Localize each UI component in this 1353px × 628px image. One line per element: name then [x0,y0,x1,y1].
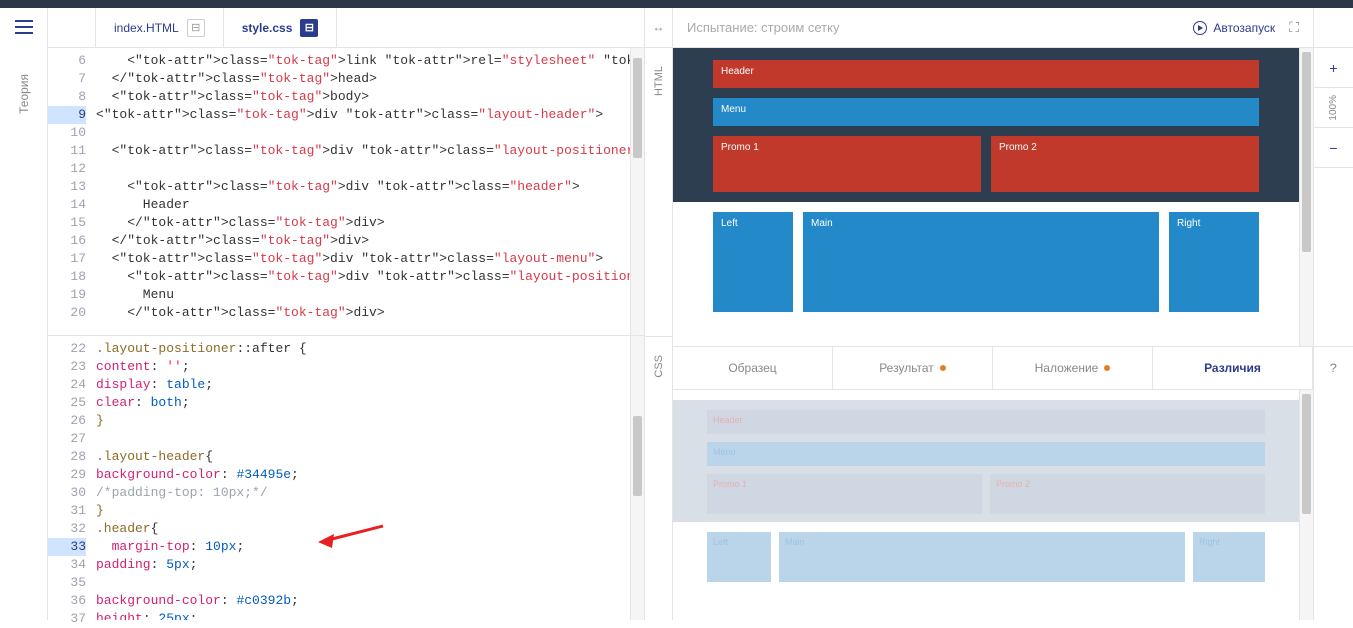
preview-promo1: Promo 1 [713,136,981,192]
preview-pane: Header Menu Promo 1 Promo 2 Left Main Ri… [673,48,1313,346]
challenge-title: Испытание: строим сетку [687,20,1179,35]
tab-sample[interactable]: Образец [673,347,833,389]
zoom-in-button[interactable]: + [1314,48,1353,88]
editor-tabs: index.HTML ⊟ style.css ⊟ [48,8,644,48]
zoom-level: 100% [1314,88,1353,128]
fullscreen-icon[interactable]: ⛶ [1289,19,1299,36]
tab-overlay[interactable]: Наложение [993,347,1153,389]
preview-right: Right [1169,212,1259,312]
diff-header: Header [707,410,1265,434]
resize-horizontal-icon[interactable]: ↔ [645,8,672,48]
status-dot [1104,365,1110,371]
diff-promo2: Promo 2 [990,474,1265,514]
diff-pane: Header Menu Promo 1 Promo 2 Left Main Ri… [673,390,1313,620]
css-label: CSS [653,355,665,378]
autoplay-button[interactable]: Автозапуск [1193,21,1275,35]
preview-menu: Menu [713,98,1259,126]
tab-diff[interactable]: Различия [1153,347,1313,389]
diff-main: Main [779,532,1185,582]
tab-style-css[interactable]: style.css ⊟ [224,8,338,47]
left-rail: Теория [0,8,48,620]
diff-left: Left [707,532,771,582]
tab-index-html[interactable]: index.HTML ⊟ [96,8,224,47]
scrollbar[interactable] [630,336,644,620]
diff-right: Right [1193,532,1265,582]
code-editor-html[interactable]: 67891011121314151617181920 <"tok-attr">c… [48,48,644,336]
diff-menu: Menu [707,442,1265,466]
zoom-rail: + 100% − ? [1313,8,1353,620]
status-dot [940,365,946,371]
scrollbar[interactable] [1299,48,1313,346]
pane-divider[interactable]: ↔ HTML CSS [645,8,673,620]
scrollbar[interactable] [1299,390,1313,620]
help-button[interactable]: ? [1314,346,1353,390]
tab-result[interactable]: Результат [833,347,993,389]
preview-promo2: Promo 2 [991,136,1259,192]
result-tabs: Образец Результат Наложение Различия [673,346,1313,390]
menu-icon[interactable] [15,20,33,34]
zoom-out-button[interactable]: − [1314,128,1353,168]
app-top-bar [0,0,1353,8]
html-label: HTML [653,66,665,96]
play-icon [1193,21,1207,35]
split-icon: ⊟ [300,19,318,37]
code-editor-css[interactable]: 22232425262728293031323334353637 .layout… [48,336,644,620]
diff-promo1: Promo 1 [707,474,982,514]
theory-tab[interactable]: Теория [17,74,31,114]
preview-header: Header [713,60,1259,88]
tab-label: style.css [242,21,293,35]
scrollbar[interactable] [630,48,644,335]
split-icon: ⊟ [187,19,205,37]
preview-main: Main [803,212,1159,312]
tab-label: index.HTML [114,21,179,35]
preview-left: Left [713,212,793,312]
